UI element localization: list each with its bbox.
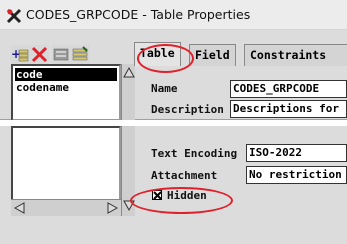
description-label: Description — [151, 103, 224, 116]
field-list-scrollbar[interactable] — [121, 64, 135, 121]
move-field-icon — [53, 48, 69, 61]
delete-field-icon — [31, 46, 48, 63]
name-label: Name — [151, 82, 178, 95]
add-field-icon: + — [11, 47, 29, 62]
text-encoding-field[interactable]: ISO-2022 — [246, 144, 347, 162]
name-field[interactable]: CODES_GRPCODE — [230, 80, 347, 98]
tab-constraints[interactable]: Constraints — [244, 44, 347, 66]
highlight-ellipse-table-tab — [137, 44, 194, 73]
title-bar: CODES_GRPCODE - Table Properties — [0, 0, 347, 30]
window-title: CODES_GRPCODE - Table Properties — [26, 7, 251, 22]
scroll-left-arrow-icon[interactable] — [13, 201, 27, 215]
move-field-button[interactable] — [52, 45, 71, 64]
field-list-hscrollbar[interactable] — [11, 199, 121, 216]
attachment-label: Attachment — [151, 169, 218, 182]
field-list[interactable]: code codename — [11, 64, 121, 121]
text-encoding-label: Text Encoding — [151, 147, 238, 160]
description-field[interactable]: Descriptions for — [230, 100, 347, 118]
add-field-button[interactable]: + — [11, 45, 30, 64]
highlight-ellipse-hidden — [130, 187, 233, 214]
attachment-field[interactable]: No restriction — [246, 166, 347, 184]
delete-field-button[interactable] — [30, 45, 49, 64]
scroll-right-arrow-icon[interactable] — [105, 201, 119, 215]
edit-field-button[interactable] — [71, 45, 90, 64]
list-item[interactable]: code — [15, 68, 117, 81]
list-item[interactable]: codename — [15, 81, 117, 94]
scroll-up-arrow-icon[interactable] — [122, 66, 136, 80]
app-icon — [6, 8, 22, 24]
edit-field-icon — [72, 46, 88, 61]
tab-field[interactable]: Field — [189, 44, 236, 66]
